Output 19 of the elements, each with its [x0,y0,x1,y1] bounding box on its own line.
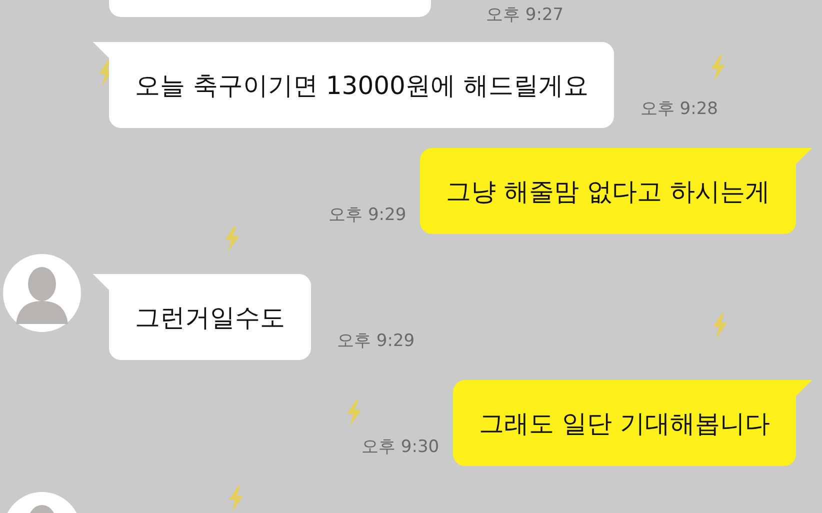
bubble-tail [93,42,109,58]
message-time: 오후 9:30 [362,436,440,458]
bubble-tail [93,274,109,290]
lightning-icon [226,486,246,512]
message-time: 오후 9:29 [337,330,415,352]
message-bubble: 그냥 해줄맘 없다고 하시는게 [420,148,796,234]
lightning-icon [710,313,730,339]
bubble-tail [796,148,812,164]
message-time: 오후 9:29 [328,204,406,226]
message-time: 오후 9:28 [640,98,718,120]
message-bubble: 그런거일수도 [109,274,311,360]
lightning-icon [344,400,364,426]
message-time: 오후 9:27 [486,4,564,26]
avatar-icon[interactable] [3,254,81,332]
lightning-icon [708,55,728,81]
message-bubble: 그래도 일단 기대해봅니다 [453,380,796,466]
lightning-icon [222,226,242,252]
bubble-tail [796,380,812,396]
message-bubble: 오늘 축구이기면 13000원에 해드릴게요 [109,42,614,128]
